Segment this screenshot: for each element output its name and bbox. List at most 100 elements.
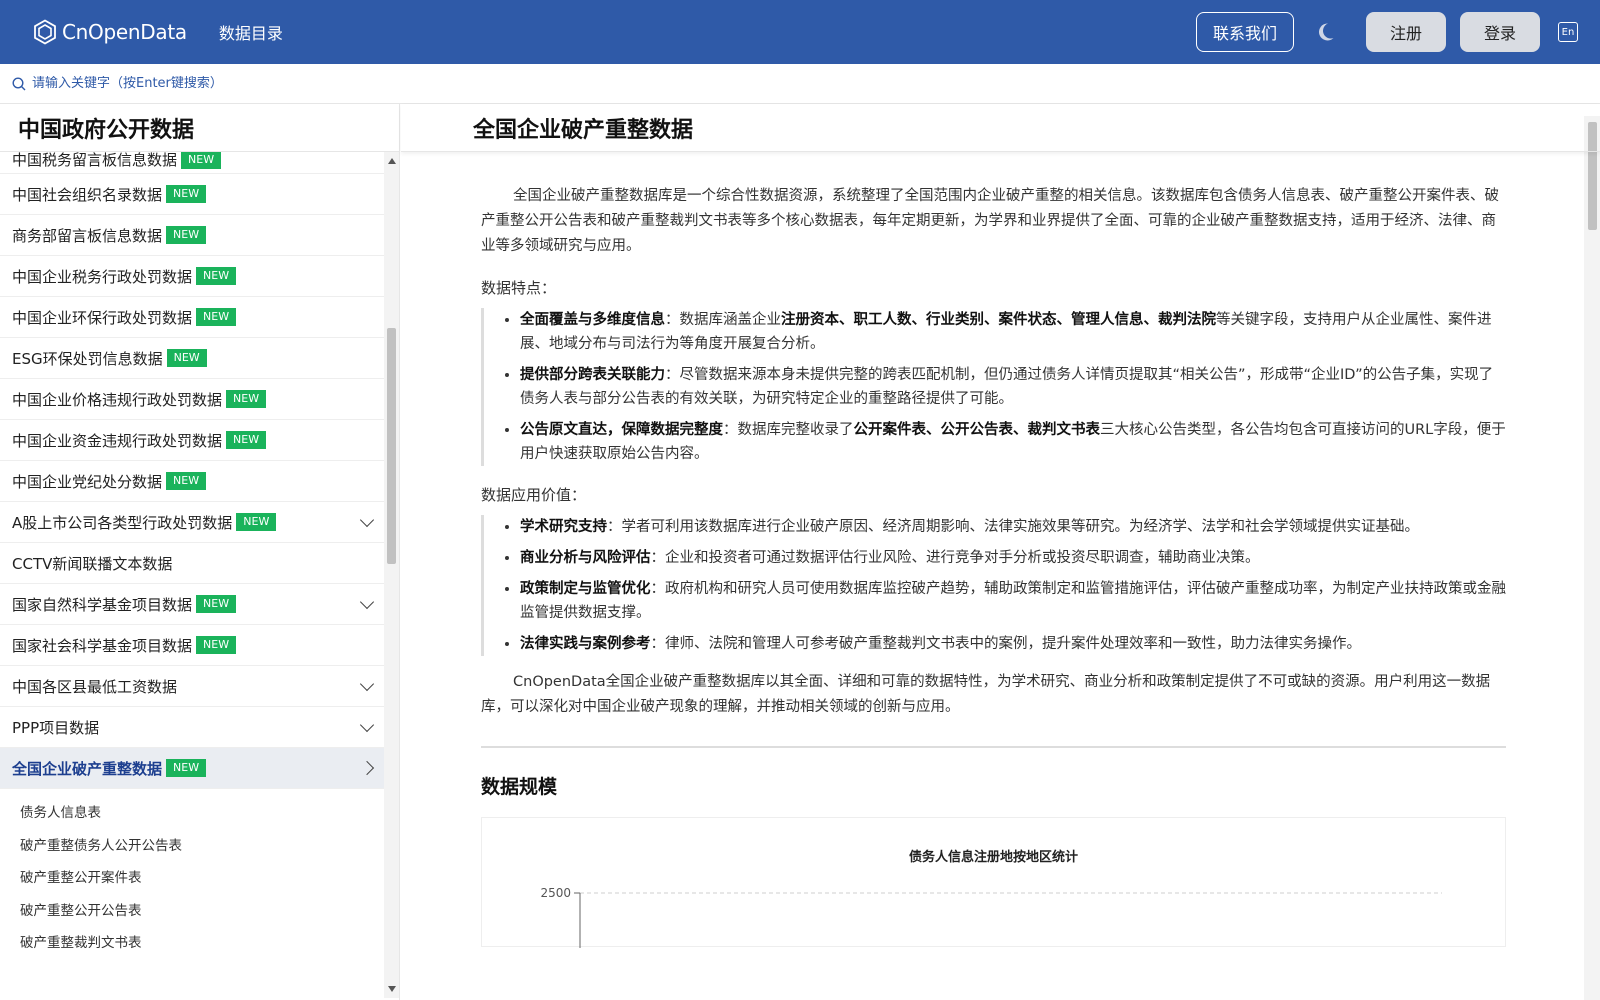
main-scrollbar[interactable] [1584, 116, 1600, 1000]
sidebar-scroll-thumb[interactable] [387, 328, 396, 564]
value-text: 律师、法院和管理人可参考破产重整裁判文书表中的案例，提升案件处理效率和一致性，助… [665, 636, 1361, 652]
sidebar-item[interactable]: 商务部留言板信息数据 NEW [0, 215, 384, 256]
chevron-right-icon[interactable] [359, 760, 375, 776]
sidebar-item[interactable]: ESG环保处罚信息数据 NEW [0, 338, 384, 379]
sidebar-sub-item[interactable]: 破产重整债务人公开公告表 [0, 828, 384, 861]
search-bar [0, 64, 1600, 104]
sidebar-item-label: 中国企业税务行政处罚数据 [12, 267, 193, 286]
sidebar-item[interactable]: 国家自然科学基金项目数据 NEW [0, 584, 384, 625]
sidebar-sub-list: 债务人信息表 破产重整债务人公开公告表 破产重整公开案件表 破产重整公开公告表 破产重整… [0, 789, 384, 958]
value-heading: 法律实践与案例参考 [520, 636, 651, 652]
feature-text: 数据库完整收录了 [737, 422, 854, 438]
logo[interactable]: CnOpenData [32, 19, 187, 45]
login-button[interactable]: 登录 [1460, 12, 1540, 52]
article-content: 全国企业破产重整数据库是一个综合性数据资源，系统整理了全国范围内企业破产重整的相… [481, 184, 1506, 948]
nav-data-catalog[interactable]: 数据目录 [219, 20, 283, 44]
feature-item: 全面覆盖与多维度信息：数据库涵盖企业注册资本、职工人数、行业类别、案件状态、管理… [520, 308, 1506, 356]
moon-icon[interactable] [1314, 21, 1336, 43]
new-badge: NEW [226, 431, 267, 449]
sidebar-item-label: 国家自然科学基金项目数据 [12, 595, 193, 614]
sidebar-item-label: ESG环保处罚信息数据 [12, 349, 163, 368]
scroll-down-arrow-icon[interactable] [388, 986, 396, 992]
new-badge: NEW [226, 390, 267, 408]
data-scale-title: 数据规模 [481, 776, 558, 798]
sidebar-item[interactable]: 中国税务留言板信息数据 NEW [0, 152, 384, 174]
sidebar-sub-item[interactable]: 债务人信息表 [0, 795, 384, 828]
sidebar-list: 中国税务留言板信息数据 NEW 中国社会组织名录数据 NEW 商务部留言板信息数据 NEW… [0, 152, 384, 998]
sidebar-title: 中国政府公开数据 [0, 104, 399, 152]
sidebar-sub-item[interactable]: 破产重整公开公告表 [0, 893, 384, 926]
main-panel: 全国企业破产重整数据 全国企业破产重整数据库是一个综合性数据资源，系统整理了全国… [401, 104, 1600, 1000]
new-badge: NEW [166, 185, 207, 203]
value-heading: 政策制定与监管优化 [520, 581, 651, 597]
sidebar-sub-item[interactable]: 破产重整裁判文书表 [0, 925, 384, 958]
value-heading: 商业分析与风险评估 [520, 550, 651, 566]
new-badge: NEW [196, 308, 237, 326]
sidebar-item-label: A股上市公司各类型行政处罚数据 [12, 513, 233, 532]
new-badge: NEW [166, 349, 207, 367]
sidebar-item[interactable]: 中国各区县最低工资数据 [0, 666, 384, 707]
search-input[interactable] [32, 76, 432, 91]
value-heading: 学术研究支持 [520, 519, 607, 535]
sidebar-item-label: 商务部留言板信息数据 [12, 226, 163, 245]
feature-sep: ： [665, 367, 680, 383]
sidebar-item[interactable]: A股上市公司各类型行政处罚数据 NEW [0, 502, 384, 543]
sidebar-item[interactable]: CCTV新闻联播文本数据 [0, 543, 384, 584]
new-badge: NEW [181, 152, 222, 169]
sidebar-item-label: 中国社会组织名录数据 [12, 185, 163, 204]
new-badge: NEW [196, 636, 237, 654]
values-list: 学术研究支持：学者可利用该数据库进行企业破产原因、经济周期影响、法律实施效果等研… [481, 515, 1506, 656]
register-button[interactable]: 注册 [1366, 12, 1446, 52]
value-item: 学术研究支持：学者可利用该数据库进行企业破产原因、经济周期影响、法律实施效果等研… [520, 515, 1506, 539]
value-sep: ： [650, 550, 666, 566]
value-item: 政策制定与监管优化：政府机构和研究人员可使用数据库监控破产趋势，辅助政策制定和监… [520, 577, 1506, 625]
sidebar-item[interactable]: 中国企业价格违规行政处罚数据 NEW [0, 379, 384, 420]
sidebar-item[interactable]: 中国企业环保行政处罚数据 NEW [0, 297, 384, 338]
scroll-up-arrow-icon[interactable] [388, 158, 396, 164]
value-text: 企业和投资者可通过数据评估行业风险、进行竞争对手分析或投资尽职调查，辅助商业决策… [665, 550, 1260, 566]
value-sep: ： [650, 636, 666, 652]
divider [481, 746, 1506, 748]
sidebar-item-label: 中国税务留言板信息数据 [12, 152, 178, 169]
sidebar-item[interactable]: 中国企业税务行政处罚数据 NEW [0, 256, 384, 297]
feature-heading: 全面覆盖与多维度信息 [520, 312, 665, 328]
chevron-down-icon[interactable] [359, 512, 375, 528]
chevron-down-icon[interactable] [359, 676, 375, 692]
value-text: 学者可利用该数据库进行企业破产原因、经济周期影响、法律实施效果等研究。为经济学、… [621, 519, 1420, 535]
new-badge: NEW [166, 472, 207, 490]
sidebar-item-label: 中国企业资金违规行政处罚数据 [12, 431, 223, 450]
feature-sep: ： [665, 312, 680, 328]
sidebar-item[interactable]: 中国企业资金违规行政处罚数据 NEW [0, 420, 384, 461]
feature-heading: 公告原文直达，保障数据完整度 [520, 422, 723, 438]
page-title: 全国企业破产重整数据 [401, 104, 1600, 152]
feature-item: 公告原文直达，保障数据完整度：数据库完整收录了公开案件表、公开公告表、裁判文书表… [520, 418, 1506, 466]
value-item: 商业分析与风险评估：企业和投资者可通过数据评估行业风险、进行竞争对手分析或投资尽… [520, 546, 1506, 570]
sidebar-item-label: PPP项目数据 [12, 718, 100, 737]
feature-emphasis: 公开案件表、公开公告表、裁判文书表 [853, 422, 1101, 438]
sidebar-item-label: 中国企业党纪处分数据 [12, 472, 163, 491]
sidebar: 中国政府公开数据 中国税务留言板信息数据 NEW 中国社会组织名录数据 NEW 商务部留… [0, 104, 400, 1000]
y-tick-label: 2500 [540, 886, 571, 900]
sidebar-item[interactable]: 全国企业破产重整数据 NEW [0, 748, 384, 789]
sidebar-sub-item[interactable]: 破产重整公开案件表 [0, 860, 384, 893]
value-sep: ： [650, 581, 666, 597]
sidebar-item[interactable]: 中国企业党纪处分数据 NEW [0, 461, 384, 502]
sidebar-scrollbar[interactable] [384, 152, 399, 998]
language-toggle-button[interactable]: En [1558, 22, 1578, 42]
value-sep: ： [607, 519, 622, 535]
chevron-down-icon[interactable] [359, 717, 375, 733]
sidebar-item[interactable]: PPP项目数据 [0, 707, 384, 748]
sidebar-item[interactable]: 国家社会科学基金项目数据 NEW [0, 625, 384, 666]
contact-us-button[interactable]: 联系我们 [1195, 12, 1294, 52]
chevron-down-icon[interactable] [359, 594, 375, 610]
sidebar-item-label: 中国企业价格违规行政处罚数据 [12, 390, 223, 409]
sidebar-item[interactable]: 中国社会组织名录数据 NEW [0, 174, 384, 215]
new-badge: NEW [196, 267, 237, 285]
logo-text: CnOpenData [62, 20, 187, 44]
search-icon [12, 76, 26, 90]
top-nav-bar: CnOpenData 数据目录 联系我们 注册 登录 En [0, 0, 1600, 64]
sidebar-item-label: 全国企业破产重整数据 [12, 759, 163, 778]
features-list: 全面覆盖与多维度信息：数据库涵盖企业注册资本、职工人数、行业类别、案件状态、管理… [481, 308, 1506, 466]
feature-sep: ： [723, 422, 738, 438]
value-text: 政府机构和研究人员可使用数据库监控破产趋势，辅助政策制定和监管措施评估，评估破产… [520, 581, 1506, 621]
